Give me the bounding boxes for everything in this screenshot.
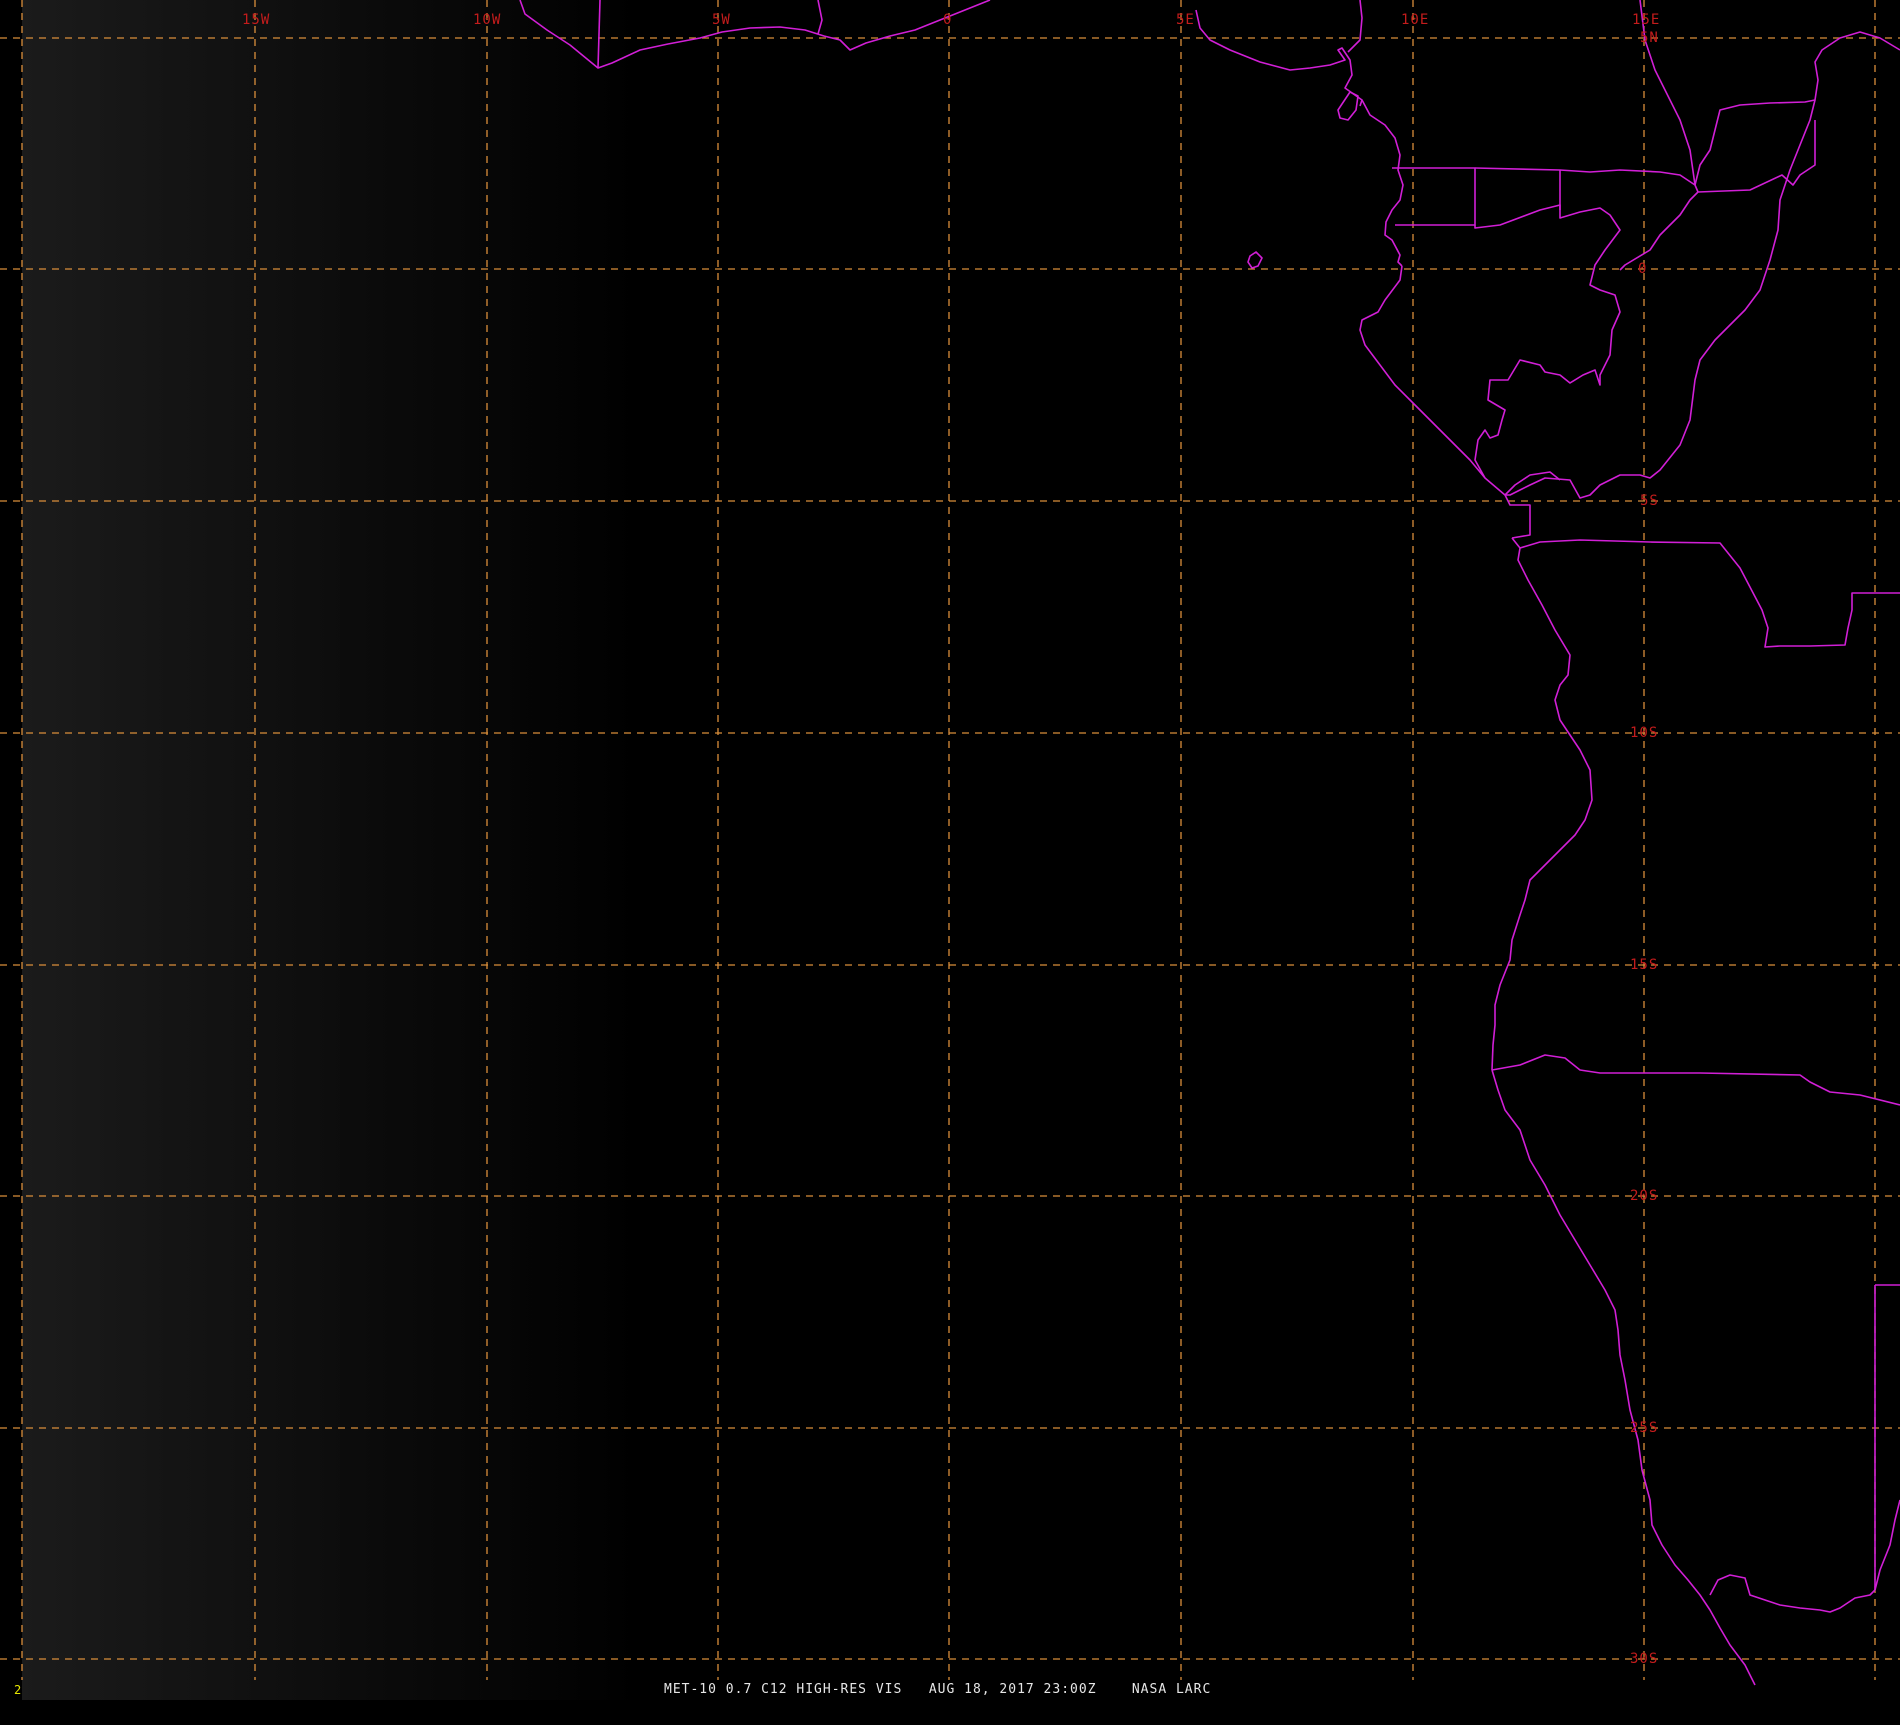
sao-tome-island	[1247, 251, 1263, 269]
namibia-southeast-border	[1874, 1499, 1900, 1591]
lon-label-0: 0	[943, 12, 952, 28]
angola-drc-border	[1519, 539, 1900, 648]
lat-label-10s: 10S	[1630, 725, 1658, 741]
lat-label-0: 0	[1638, 261, 1647, 277]
lon-label-5w: 5W	[712, 12, 731, 28]
caption-text: MET-10 0.7 C12 HIGH-RES VIS AUG 18, 2017…	[664, 1682, 1211, 1697]
namibia-east-border	[1874, 1284, 1900, 1590]
bioko-island	[1337, 91, 1359, 121]
dark-earth-shading	[0, 0, 640, 1700]
lat-label-30s: 30S	[1630, 1651, 1658, 1667]
satellite-image-viewer: 15W 10W 5W 0 5E 10E 15E 5N 0 5S 10S 15S …	[0, 0, 1900, 1700]
lon-label-15w: 15W	[242, 12, 270, 28]
niger-delta-border	[1347, 0, 1363, 53]
angola-namibia-border	[1491, 1054, 1900, 1106]
caption-datetime: AUG 18, 2017 23:00Z	[928, 1682, 1097, 1697]
lat-label-15s: 15S	[1630, 957, 1658, 973]
lat-label-25s: 25S	[1630, 1420, 1658, 1436]
cameroon-east-border	[1474, 167, 1699, 193]
lon-label-10e: 10E	[1401, 12, 1429, 28]
lat-label-5n: 5N	[1640, 30, 1659, 46]
lon-label-10w: 10W	[473, 12, 501, 28]
map-canvas: 15W 10W 5W 0 5E 10E 15E 5N 0 5S 10S 15S …	[0, 0, 1900, 1700]
nigeria-cameroon-coast	[1195, 9, 1363, 107]
image-caption-bar: MET-10 0.7 C12 HIGH-RES VIS AUG 18, 2017…	[0, 1680, 1900, 1700]
caption-product: MET-10 0.7 C12 HIGH-RES VIS	[664, 1682, 903, 1697]
lon-label-5e: 5E	[1176, 12, 1195, 28]
angola-coastline	[1491, 537, 1593, 1071]
car-east-border	[1694, 31, 1900, 186]
space-edge	[0, 0, 22, 1700]
lat-label-20s: 20S	[1630, 1188, 1658, 1204]
orange-river-border	[1709, 1574, 1876, 1613]
cameroon-south-border	[1392, 167, 1476, 226]
namibia-coastline	[1491, 1069, 1756, 1686]
cabinda-border	[1504, 471, 1561, 539]
congo-drc-border	[1505, 99, 1816, 499]
cameroon-coast	[1361, 99, 1404, 267]
caption-source: NASA LARC	[1131, 1682, 1212, 1697]
gabon-congo-border	[1474, 204, 1621, 479]
togo-benin-border	[817, 0, 823, 35]
lat-label-5s: 5S	[1640, 493, 1659, 509]
political-boundaries	[519, 0, 1900, 1686]
gabon-coast	[1359, 265, 1506, 496]
lon-label-15e: 15E	[1632, 12, 1660, 28]
